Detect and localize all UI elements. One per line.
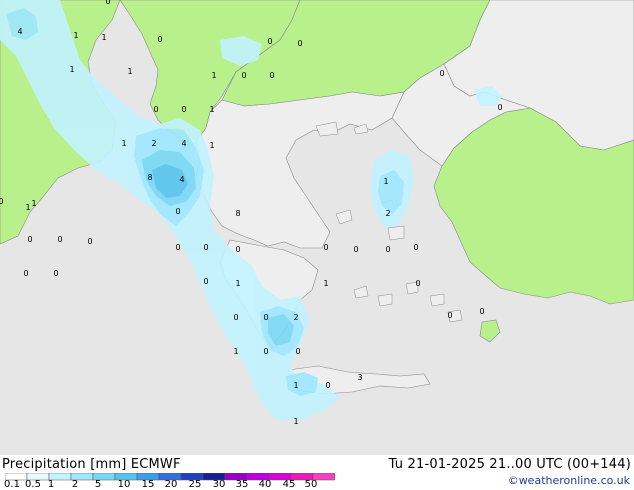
precip-value-label: 0: [0, 197, 4, 206]
precip-value-label: 0: [57, 235, 62, 244]
precip-value-label: 0: [263, 313, 268, 322]
valid-time: Tu 21-01-2025 21..00 UTC (00+144): [388, 457, 631, 472]
precip-value-label: 0: [175, 243, 180, 252]
legend-label: 10: [117, 479, 131, 490]
precip-value-label: 0: [263, 347, 268, 356]
precip-value-label: 1: [25, 203, 30, 212]
precip-value-label: 0: [87, 237, 92, 246]
precip-value-label: 1: [323, 279, 328, 288]
precip-value-label: 1: [293, 417, 298, 426]
precip-value-label: 0: [439, 69, 444, 78]
precip-value-label: 0: [157, 35, 162, 44]
precip-value-label: 1: [211, 71, 216, 80]
precip-value-label: 0: [241, 71, 246, 80]
precip-value-label: 0: [353, 245, 358, 254]
precip-value-label: 8: [235, 209, 240, 218]
legend-label: 40: [258, 479, 272, 490]
precip-value-label: 0: [415, 279, 420, 288]
precip-value-label: 0: [479, 307, 484, 316]
precipitation-map: 4 1 1 0 0 01 1 1 0 0 00 0 11 2 4 18 40180 0 00 0 0120 0 0 00 00 1…: [0, 0, 634, 455]
precip-value-label: 4: [17, 27, 22, 36]
precip-value-label: 1: [121, 139, 126, 148]
precip-value-label: 0: [325, 381, 330, 390]
precip-value-label: 1: [235, 279, 240, 288]
precip-value-label: 0: [203, 243, 208, 252]
legend-label: 25: [188, 479, 202, 490]
precip-value-label: 0: [413, 243, 418, 252]
precip-value-label: 0: [235, 245, 240, 254]
precip-value-label: 1: [293, 381, 298, 390]
chart-title: Precipitation [mm] ECMWF: [2, 457, 181, 472]
precip-value-label: 1: [233, 347, 238, 356]
legend-label: 0.5: [25, 479, 41, 490]
precip-value-label: 0: [267, 37, 272, 46]
precip-value-label: 1: [383, 177, 388, 186]
precip-value-label: 1: [31, 199, 36, 208]
precip-value-label: 4: [179, 175, 184, 184]
legend-label: 15: [141, 479, 155, 490]
legend-label: 0.1: [4, 479, 20, 490]
precip-value-label: 0: [153, 105, 158, 114]
precip-value-label: 0: [203, 277, 208, 286]
legend-label: 20: [164, 479, 178, 490]
precip-value-label: 8: [147, 173, 152, 182]
precip-value-label: 2: [385, 209, 390, 218]
legend-label: 35: [235, 479, 249, 490]
precip-value-label: 0: [175, 207, 180, 216]
precip-value-label: 0: [233, 313, 238, 322]
precip-value-label: 1: [209, 105, 214, 114]
precip-value-label: 1: [209, 141, 214, 150]
precip-value-label: 1: [101, 33, 106, 42]
precip-value-label: 0: [269, 71, 274, 80]
precip-value-label: 4: [181, 139, 186, 148]
precip-value-label: 0: [497, 103, 502, 112]
variable-label: Precipitation [mm]: [2, 457, 127, 472]
precip-value-label: 1: [73, 31, 78, 40]
precip-value-label: 0: [53, 269, 58, 278]
precip-value-label: 1: [69, 65, 74, 74]
model-label: ECMWF: [130, 457, 181, 472]
weather-map-page: 4110001110000011241840180000001200000001…: [0, 0, 634, 490]
precip-value-label: 0: [295, 347, 300, 356]
precip-value-label: 0: [447, 311, 452, 320]
precip-value-label: 2: [151, 139, 156, 148]
precip-value-label: 1: [127, 67, 132, 76]
legend-label: 5: [94, 479, 102, 490]
legend-label: 1: [47, 479, 55, 490]
precip-value-label: 0: [297, 39, 302, 48]
precip-value-label: 0: [23, 269, 28, 278]
precip-value-label: 0: [181, 105, 186, 114]
precip-value-label: 0: [385, 245, 390, 254]
precip-value-label: 0: [27, 235, 32, 244]
precip-value-label: 3: [357, 373, 362, 382]
legend-label: 45: [282, 479, 296, 490]
legend-label: 30: [212, 479, 226, 490]
precip-value-label: 0: [323, 243, 328, 252]
precip-value-label: 0: [105, 0, 110, 6]
precip-value-label: 2: [293, 313, 298, 322]
legend-label: 2: [71, 479, 79, 490]
credit-link[interactable]: ©weatheronline.co.uk: [508, 474, 630, 487]
legend-label: 50: [304, 479, 318, 490]
